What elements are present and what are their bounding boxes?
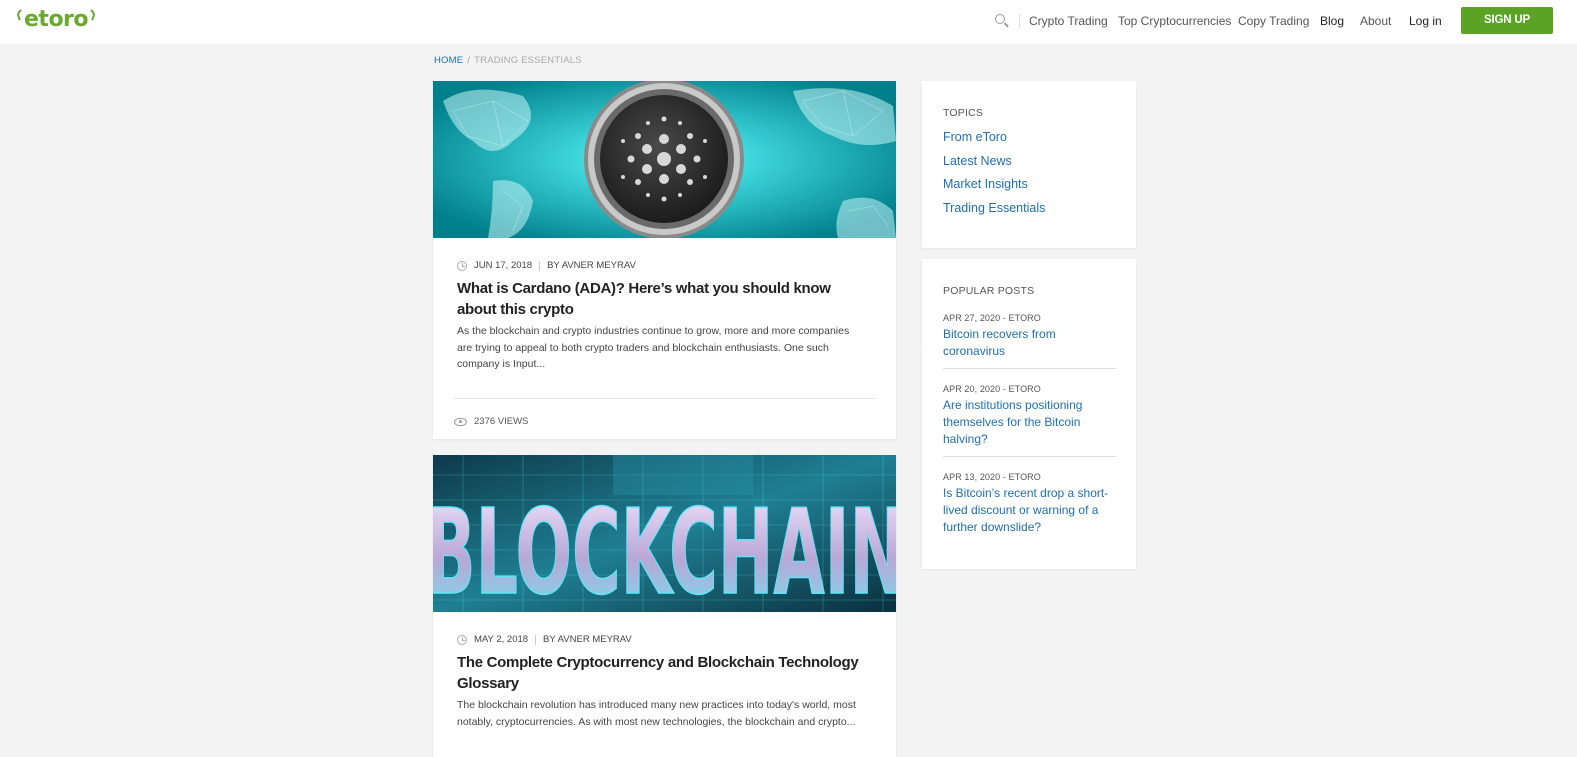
breadcrumb: HOME / TRADING ESSENTIALS (434, 55, 582, 66)
sign-up-button[interactable]: SIGN UP (1461, 7, 1553, 34)
post-author: BY AVNER MEYRAV (547, 260, 636, 271)
nav-divider (1019, 14, 1020, 28)
post-meta: MAY 2, 2018 BY AVNER MEYRAV (457, 634, 632, 645)
nav-copy-trading[interactable]: Copy Trading (1238, 14, 1309, 28)
post-card[interactable]: BLOCKCHAIN MAY 2, 2018 BY AVNER MEYRAV T… (433, 455, 896, 757)
popular-post-link[interactable]: Is Bitcoin’s recent drop a short-lived d… (943, 485, 1116, 536)
clock-icon (457, 260, 467, 271)
popular-post: APR 27, 2020 - ETORO Bitcoin recovers fr… (943, 313, 1116, 360)
post-date: MAY 2, 2018 (474, 634, 529, 645)
post-date: JUN 17, 2018 (474, 260, 533, 271)
card-divider (453, 398, 876, 399)
post-meta: JUN 17, 2018 BY AVNER MEYRAV (457, 260, 636, 271)
nav-about[interactable]: About (1360, 14, 1391, 28)
topic-market-insights[interactable]: Market Insights (943, 177, 1028, 191)
popular-post-link[interactable]: Are institutions positioning themselves … (943, 397, 1116, 448)
nav-blog[interactable]: Blog (1320, 14, 1344, 28)
topic-trading-essentials[interactable]: Trading Essentials (943, 201, 1045, 215)
views-count: 2376 VIEWS (474, 416, 529, 427)
popular-posts-title: POPULAR POSTS (943, 285, 1035, 297)
nav-crypto-trading[interactable]: Crypto Trading (1029, 14, 1108, 28)
post-views: 2376 VIEWS (454, 416, 528, 427)
post-title[interactable]: The Complete Cryptocurrency and Blockcha… (457, 652, 867, 694)
etoro-logo[interactable]: etoro (15, 7, 97, 32)
topic-from-etoro[interactable]: From eToro (943, 130, 1007, 144)
nav-log-in[interactable]: Log in (1409, 14, 1442, 28)
popular-post: APR 13, 2020 - ETORO Is Bitcoin’s recent… (943, 472, 1116, 536)
search-icon[interactable] (994, 13, 1010, 29)
post-excerpt: The blockchain revolution has introduced… (457, 699, 856, 728)
popular-post-divider (943, 368, 1116, 369)
breadcrumb-home[interactable]: HOME (434, 55, 463, 66)
breadcrumb-current: TRADING ESSENTIALS (474, 55, 582, 66)
logo-text: etoro (24, 7, 89, 32)
cardano-coin-image[interactable] (433, 81, 896, 238)
breadcrumb-separator: / (467, 55, 471, 66)
topic-latest-news[interactable]: Latest News (943, 154, 1012, 168)
popular-posts-box: POPULAR POSTS APR 27, 2020 - ETORO Bitco… (922, 259, 1136, 569)
meta-divider (539, 260, 541, 271)
logo-leaf-right-icon (87, 9, 97, 21)
popular-post-meta: APR 13, 2020 - ETORO (943, 472, 1041, 482)
popular-post: APR 20, 2020 - ETORO Are institutions po… (943, 384, 1116, 448)
popular-post-divider (943, 456, 1116, 457)
topics-title: TOPICS (943, 107, 984, 119)
nav-top-cryptocurrencies[interactable]: Top Cryptocurrencies (1118, 14, 1231, 28)
blockchain-image-text: BLOCKCHAIN (433, 483, 896, 612)
popular-post-meta: APR 27, 2020 - ETORO (943, 313, 1041, 323)
clock-icon (457, 634, 467, 645)
popular-post-meta: APR 20, 2020 - ETORO (943, 384, 1041, 394)
meta-divider (535, 634, 537, 645)
post-excerpt: As the blockchain and crypto industries … (457, 325, 850, 370)
blockchain-image[interactable]: BLOCKCHAIN (433, 455, 896, 612)
top-nav-bar: etoro Crypto Trading Top Cryptocurrencie… (0, 0, 1577, 44)
post-title[interactable]: What is Cardano (ADA)? Here’s what you s… (457, 278, 867, 320)
post-card[interactable]: JUN 17, 2018 BY AVNER MEYRAV What is Car… (433, 81, 896, 439)
eye-icon (454, 417, 467, 426)
popular-post-link[interactable]: Bitcoin recovers from coronavirus (943, 326, 1116, 360)
topics-box: TOPICS From eToro Latest News Market Ins… (922, 81, 1136, 248)
post-author: BY AVNER MEYRAV (543, 634, 632, 645)
